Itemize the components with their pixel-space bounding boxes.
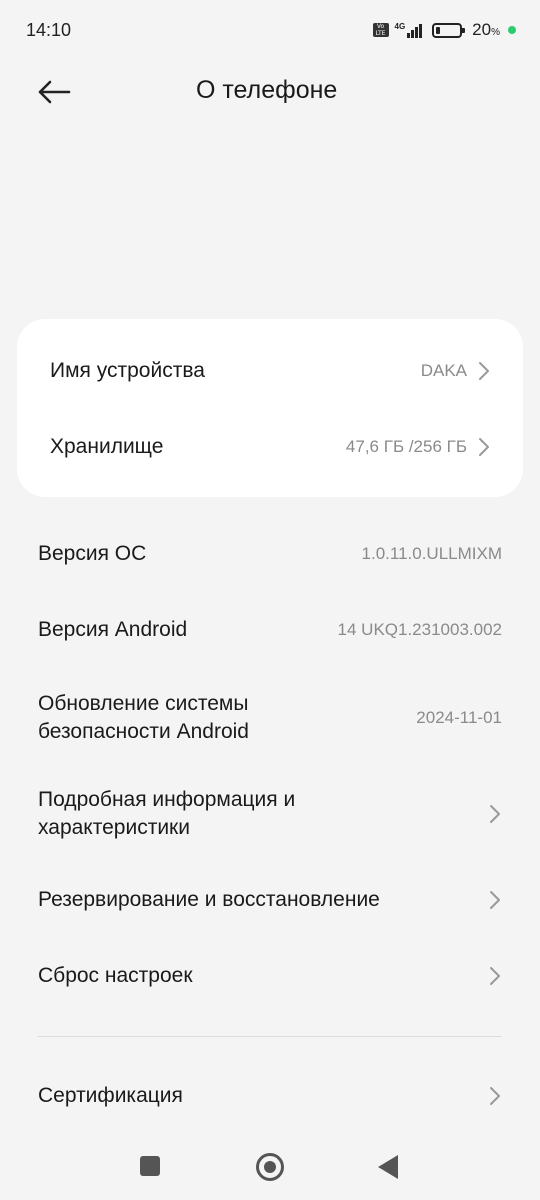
android-version-value: 14 UKQ1.231003.002	[337, 620, 502, 639]
details-row[interactable]: Подробная информация и характеристики	[0, 772, 540, 856]
recents-button[interactable]	[140, 1156, 160, 1176]
storage-value: 47,6 ГБ /256 ГБ	[345, 437, 467, 456]
backup-row[interactable]: Резервирование и восстановление	[0, 862, 540, 938]
volte-icon: Vo LTE	[372, 23, 389, 37]
chevron-right-icon	[477, 436, 491, 458]
app-header: О телефоне	[0, 60, 540, 124]
storage-row[interactable]: Хранилище 47,6 ГБ /256 ГБ	[17, 409, 523, 485]
android-version-label: Версия Android	[38, 618, 188, 641]
chevron-right-icon	[477, 360, 491, 382]
section-divider	[38, 1036, 502, 1037]
backup-label: Резервирование и восстановление	[38, 888, 380, 911]
chevron-right-icon	[488, 803, 502, 825]
battery-percent: 20%	[472, 20, 500, 39]
reset-row[interactable]: Сброс настроек	[0, 938, 540, 1014]
security-update-value: 2024-11-01	[416, 708, 502, 727]
device-card: Имя устройства DAKA Хранилище 47,6 ГБ /2…	[17, 319, 523, 497]
device-name-label: Имя устройства	[50, 359, 205, 382]
security-update-label: Обновление системы безопасности Android	[38, 692, 249, 743]
privacy-indicator-dot	[508, 26, 516, 34]
details-label: Подробная информация и характеристики	[38, 788, 296, 839]
android-version-row[interactable]: Версия Android 14 UKQ1.231003.002	[0, 592, 540, 668]
chevron-right-icon	[488, 1085, 502, 1107]
chevron-right-icon	[488, 889, 502, 911]
battery-icon	[432, 22, 466, 38]
chevron-right-icon	[488, 965, 502, 987]
arrow-left-icon	[38, 80, 71, 104]
os-version-value: 1.0.11.0.ULLMIXM	[361, 544, 502, 563]
system-nav-bar	[0, 1134, 540, 1200]
device-name-value: DAKA	[420, 361, 467, 380]
reset-label: Сброс настроек	[38, 964, 193, 987]
device-name-row[interactable]: Имя устройства DAKA	[17, 333, 523, 409]
page-title: О телефоне	[196, 76, 338, 104]
status-time: 14:10	[26, 19, 72, 40]
status-icons: Vo LTE 4G 20%	[372, 20, 516, 40]
back-button[interactable]	[32, 72, 76, 112]
storage-label: Хранилище	[50, 435, 164, 458]
certification-row[interactable]: Сертификация	[0, 1058, 540, 1134]
status-bar: 14:10 Vo LTE 4G 20%	[0, 0, 540, 60]
os-version-label: Версия ОС	[38, 542, 147, 565]
network-type: 4G	[394, 22, 406, 31]
signal-icon: 4G	[395, 22, 423, 38]
os-version-row[interactable]: Версия ОС 1.0.11.0.ULLMIXM	[0, 516, 540, 592]
certification-label: Сертификация	[38, 1084, 183, 1107]
nav-back-button[interactable]	[378, 1155, 398, 1179]
home-button[interactable]	[256, 1153, 284, 1181]
security-update-row[interactable]: Обновление системы безопасности Android …	[0, 676, 540, 760]
